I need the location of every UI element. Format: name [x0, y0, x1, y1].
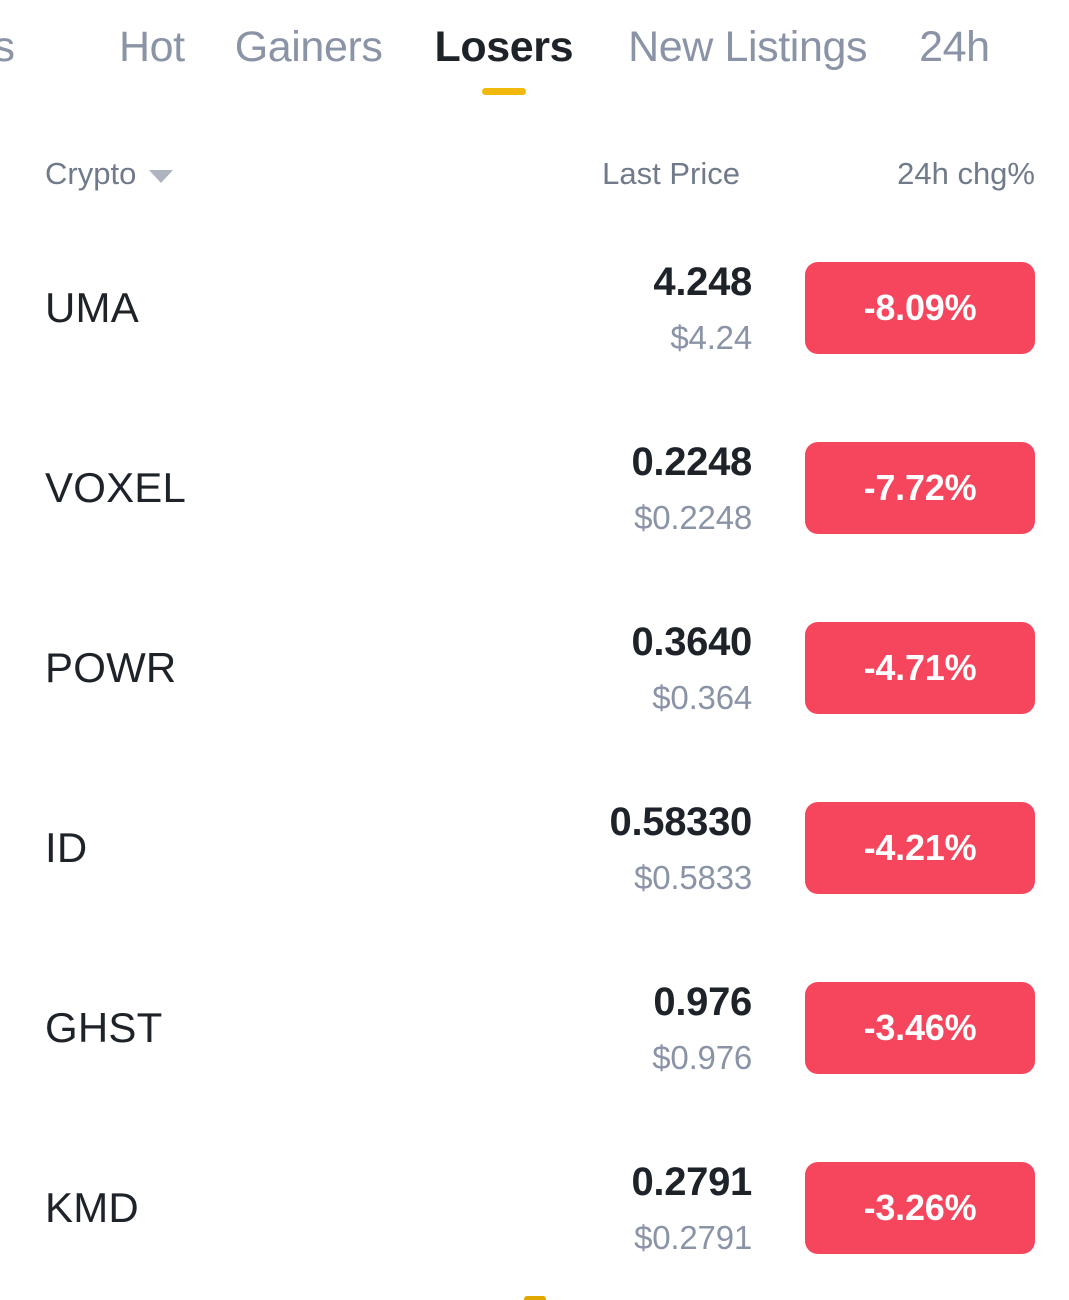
tab-gainers-label: Gainers	[234, 23, 383, 71]
column-header-row: Crypto Last Price 24h chg%	[0, 148, 1069, 200]
table-row[interactable]: UMA 4.248 $4.24 -8.09%	[0, 218, 1069, 398]
tab-gainers[interactable]: Gainers	[235, 0, 383, 69]
row-symbol: UMA	[45, 284, 139, 331]
row-last-price: 0.58330	[609, 800, 753, 844]
tab-favorites[interactable]: es	[0, 0, 74, 69]
row-fiat-price: $4.24	[670, 319, 752, 356]
tab-favorites-label: es	[0, 23, 15, 71]
row-symbol: ID	[45, 824, 88, 871]
status-badge[interactable]: -4.71%	[805, 622, 1035, 714]
row-price-group: 0.976 $0.976	[652, 982, 752, 1074]
page-indicator-dot	[523, 1296, 546, 1300]
tab-losers[interactable]: Losers	[434, 0, 574, 95]
tab-hot[interactable]: Hot	[119, 0, 185, 69]
column-header-change-label: 24h chg%	[897, 156, 1035, 191]
column-header-last-price[interactable]: Last Price	[602, 148, 740, 200]
row-symbol: VOXEL	[45, 464, 187, 511]
row-last-price: 0.976	[653, 980, 752, 1024]
tab-new-listings-label: New Listings	[628, 23, 868, 71]
column-header-crypto-label: Crypto	[45, 156, 137, 191]
tab-hot-label: Hot	[119, 23, 185, 71]
tab-24h-vol-label: 24h	[919, 23, 990, 71]
row-symbol: POWR	[45, 644, 177, 691]
row-fiat-price: $0.976	[652, 1039, 752, 1076]
active-tab-underline	[481, 88, 526, 95]
tab-24h-vol[interactable]: 24h	[919, 0, 990, 69]
market-category-tabs[interactable]: es Hot Gainers Losers New Listings 24h	[0, 0, 1069, 118]
row-symbol: GHST	[45, 1004, 163, 1051]
column-header-crypto[interactable]: Crypto	[45, 148, 174, 200]
crypto-market-screen: es Hot Gainers Losers New Listings 24h C…	[0, 0, 1069, 1300]
table-row[interactable]: GHST 0.976 $0.976 -3.46%	[0, 938, 1069, 1118]
status-badge[interactable]: -7.72%	[805, 442, 1035, 534]
status-badge[interactable]: -4.21%	[805, 802, 1035, 894]
caret-down-icon[interactable]	[149, 169, 174, 183]
tab-losers-label: Losers	[434, 23, 574, 71]
status-badge[interactable]: -3.26%	[805, 1162, 1035, 1254]
tab-new-listings[interactable]: New Listings	[628, 0, 867, 69]
row-fiat-price: $0.364	[652, 679, 752, 716]
row-last-price: 0.2248	[631, 440, 752, 484]
row-fiat-price: $0.2791	[634, 1219, 752, 1256]
table-row[interactable]: POWR 0.3640 $0.364 -4.71%	[0, 578, 1069, 758]
column-header-last-price-label: Last Price	[602, 156, 740, 191]
row-price-group: 4.248 $4.24	[653, 262, 752, 354]
table-row[interactable]: KMD 0.2791 $0.2791 -3.26%	[0, 1118, 1069, 1298]
row-price-group: 0.3640 $0.364	[631, 622, 752, 714]
column-header-change[interactable]: 24h chg%	[897, 148, 1035, 200]
row-last-price: 0.2791	[631, 1160, 752, 1204]
row-price-group: 0.2248 $0.2248	[631, 442, 752, 534]
table-row[interactable]: VOXEL 0.2248 $0.2248 -7.72%	[0, 398, 1069, 578]
row-fiat-price: $0.2248	[634, 499, 752, 536]
table-row[interactable]: ID 0.58330 $0.5833 -4.21%	[0, 758, 1069, 938]
row-symbol: KMD	[45, 1184, 139, 1231]
row-price-group: 0.58330 $0.5833	[610, 802, 753, 894]
row-fiat-price: $0.5833	[634, 859, 752, 896]
row-price-group: 0.2791 $0.2791	[631, 1162, 752, 1254]
status-badge[interactable]: -3.46%	[805, 982, 1035, 1074]
row-last-price: 0.3640	[631, 620, 752, 664]
status-badge[interactable]: -8.09%	[805, 262, 1035, 354]
market-list: UMA 4.248 $4.24 -8.09% VOXEL 0.2248 $0.2…	[0, 218, 1069, 1298]
row-last-price: 4.248	[653, 260, 752, 304]
